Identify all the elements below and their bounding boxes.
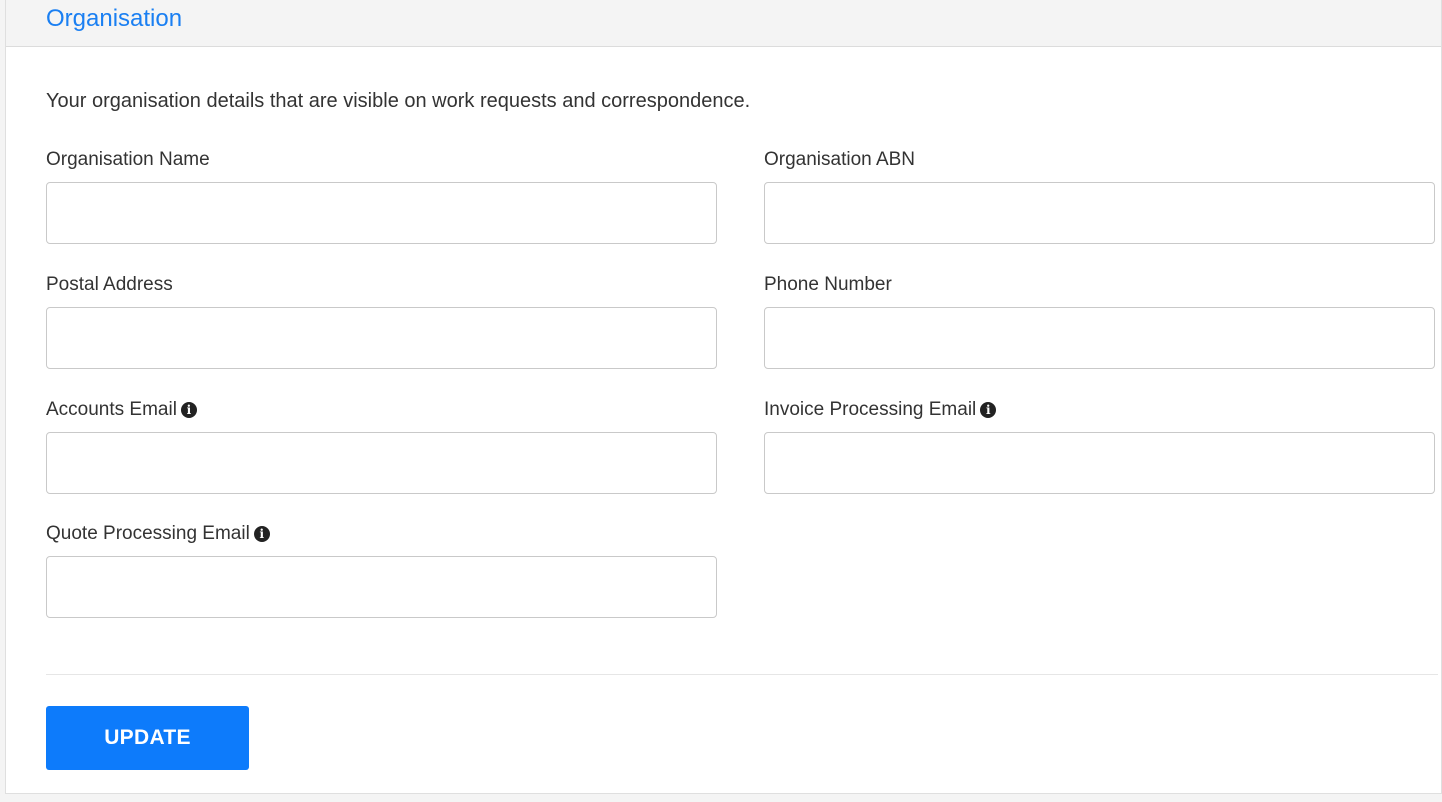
postal-address-field: Postal Address (46, 273, 717, 369)
intro-text: Your organisation details that are visib… (46, 90, 751, 112)
org-name-field: Organisation Name (46, 148, 717, 244)
org-abn-label: Organisation ABN (764, 149, 916, 170)
organisation-card: Organisation Your organisation details t… (5, 0, 1442, 794)
accounts-email-input[interactable] (46, 432, 717, 494)
invoice-email-label: Invoice Processing Email i (764, 398, 1435, 422)
accounts-email-label: Accounts Email i (46, 398, 717, 422)
quote-email-label: Quote Processing Email i (46, 522, 717, 546)
quote-email-input[interactable] (46, 556, 717, 618)
phone-number-input[interactable] (764, 307, 1435, 369)
divider (46, 674, 1438, 675)
postal-address-label: Postal Address (46, 274, 173, 295)
phone-number-label: Phone Number (764, 274, 892, 295)
page-title: Organisation (46, 5, 183, 32)
phone-number-field: Phone Number (764, 273, 1435, 369)
quote-email-field: Quote Processing Email i (46, 522, 717, 618)
accounts-email-field: Accounts Email i (46, 398, 717, 494)
org-name-input[interactable] (46, 182, 717, 244)
info-circle-icon[interactable]: i (253, 526, 270, 542)
invoice-email-input[interactable] (764, 432, 1435, 494)
org-abn-field: Organisation ABN (764, 148, 1435, 244)
info-circle-icon[interactable]: i (980, 402, 997, 418)
invoice-email-field: Invoice Processing Email i (764, 398, 1435, 494)
info-circle-icon[interactable]: i (180, 402, 197, 418)
update-button[interactable]: UPDATE (46, 706, 249, 770)
postal-address-input[interactable] (46, 307, 717, 369)
org-abn-input[interactable] (764, 182, 1435, 244)
org-name-label: Organisation Name (46, 149, 210, 170)
card-header: Organisation (6, 0, 1441, 47)
